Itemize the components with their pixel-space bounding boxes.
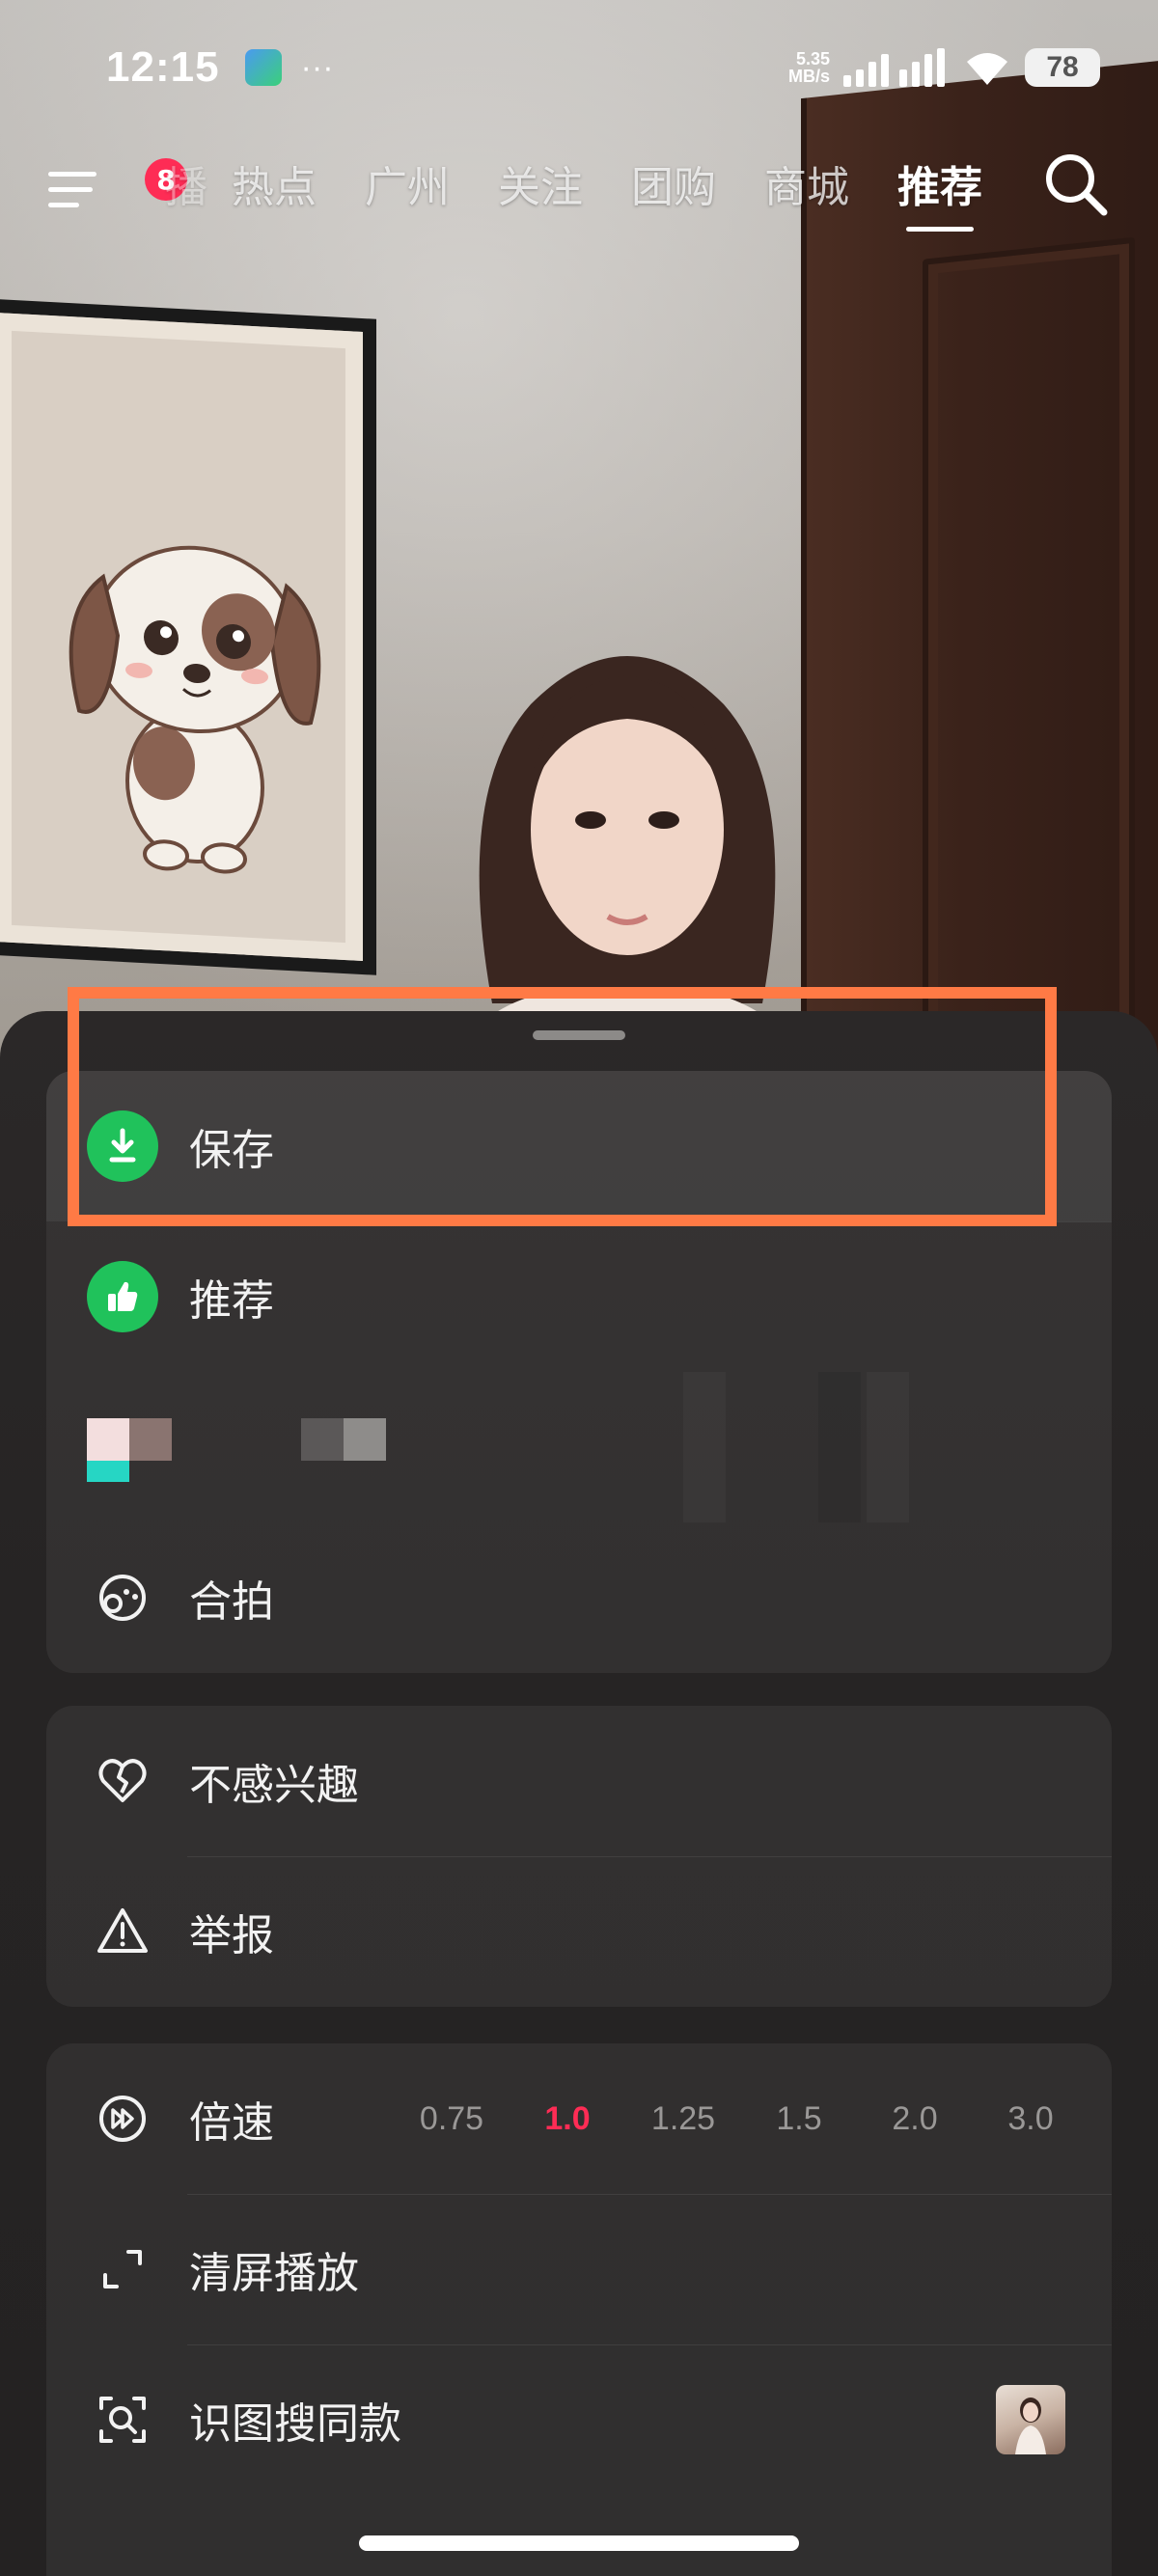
battery-indicator: 78 [1025,48,1100,87]
network-speed: 5.35 MB/s [788,50,830,85]
tab-group-buy[interactable]: 团购 [607,154,740,222]
speed-option-1-5[interactable]: 1.5 [741,2100,857,2138]
sheet-drag-handle[interactable] [533,1030,625,1040]
network-speed-value: 5.35 [795,49,830,69]
recommend-label: 推荐 [189,1276,274,1326]
tab-mall[interactable]: 商城 [740,154,873,222]
not-interested-label: 不感兴趣 [189,1761,359,1810]
more-notifications-icon: ··· [300,48,334,86]
framed-picture [0,298,376,975]
save-button[interactable]: 保存 [46,1071,1112,1221]
duet-icon [99,1575,146,1621]
signal-icon [843,48,945,87]
image-search-label: 识图搜同款 [189,2399,401,2449]
playback-speed-row: 倍速 0.75 1.0 1.25 1.5 2.0 3.0 [46,2043,1112,2194]
share-action-sheet: 保存 推荐 合拍 不感兴趣 举报 倍速 0.75 1.0 1.25 1.5 2.… [0,1011,1158,2576]
home-indicator[interactable] [359,2535,799,2551]
clear-screen-button[interactable]: 清屏播放 [46,2194,1112,2344]
tab-recommend[interactable]: 推荐 [873,154,1006,232]
duet-label: 合拍 [189,1577,274,1627]
expand-icon [103,2250,142,2288]
broken-heart-icon [98,1759,147,1802]
tab-hot[interactable]: 热点 [207,154,341,222]
speed-option-3-0[interactable]: 3.0 [973,2100,1089,2138]
video-thumbnail [996,2385,1065,2454]
playback-speed-icon [99,2096,146,2142]
duet-button[interactable]: 合拍 [46,1522,1112,1673]
tab-live[interactable]: 播 [140,154,207,222]
share-contacts-row[interactable] [46,1372,1112,1522]
report-button[interactable]: 举报 [46,1856,1112,2007]
feedback-group: 不感兴趣 举报 [46,1706,1112,2007]
image-search-icon [99,2397,146,2443]
not-interested-button[interactable]: 不感兴趣 [46,1706,1112,1856]
speed-option-1-0[interactable]: 1.0 [510,2100,625,2138]
top-navigation: 8 播 热点 广州 关注 团购 商城 推荐 [0,135,1158,241]
channel-tabs: 播 热点 广州 关注 团购 商城 推荐 [140,154,1006,232]
search-icon[interactable] [1040,149,1112,220]
playback-speed-label: 倍速 [189,2098,274,2148]
recommend-button[interactable]: 推荐 [46,1221,1112,1372]
speed-option-2-0[interactable]: 2.0 [857,2100,973,2138]
clear-screen-label: 清屏播放 [189,2249,359,2298]
app-notification-icon [244,49,282,86]
thumbs-up-icon [87,1261,158,1332]
playback-group: 倍速 0.75 1.0 1.25 1.5 2.0 3.0 清屏播放 识图搜同款 [46,2043,1112,2576]
tab-following[interactable]: 关注 [474,154,607,222]
person-silhouette [446,656,809,1061]
speed-options: 0.75 1.0 1.25 1.5 2.0 3.0 [394,2043,1089,2194]
status-bar: 12:15 ··· 5.35 MB/s 78 [0,0,1158,135]
speed-option-1-25[interactable]: 1.25 [625,2100,741,2138]
save-label: 保存 [189,1126,274,1175]
status-time: 12:15 [106,43,220,91]
network-speed-unit: MB/s [787,67,830,86]
download-icon [87,1110,158,1182]
menu-button[interactable]: 8 [48,158,187,212]
report-label: 举报 [189,1911,274,1960]
warning-icon [97,1908,148,1953]
speed-option-0-75[interactable]: 0.75 [394,2100,510,2138]
primary-actions-group: 保存 推荐 合拍 [46,1071,1112,1673]
dog-illustration [69,545,321,874]
image-search-button[interactable]: 识图搜同款 [46,2344,1112,2495]
wifi-icon [967,53,1007,85]
tab-guangzhou[interactable]: 广州 [341,154,474,222]
